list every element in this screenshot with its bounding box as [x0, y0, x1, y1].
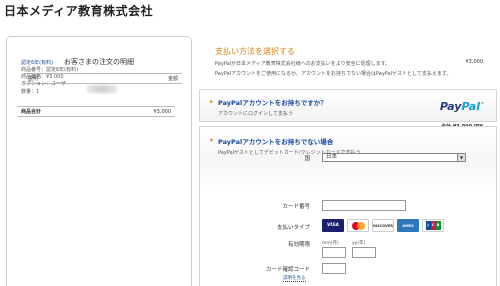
expiry-label: 有効期限	[287, 242, 310, 248]
item-unit-price: 商品価格：¥3,000	[21, 74, 64, 80]
card-type-logos: VISA DISCOVER AMEX JCB	[322, 219, 444, 232]
chevron-right-icon: ▸	[210, 98, 214, 105]
card-number-input[interactable]	[322, 200, 406, 211]
redacted-text	[87, 85, 117, 93]
expiry-month-input[interactable]	[322, 247, 346, 258]
paypal-login-panel[interactable]: ▸ PayPalアカウントをお持ちですか？ アカウントにログインして支払う Pa…	[199, 89, 497, 122]
item-name-link[interactable]: 認定6年(有料)	[21, 59, 53, 66]
country-label: 国	[304, 156, 310, 162]
subtotal-value: ¥3,000	[153, 109, 172, 115]
item-number: 商品番号：認定6年(有料)	[21, 67, 79, 73]
subtotal-row: 商品合計 ¥3,000	[17, 106, 175, 117]
csc-help-link[interactable]: 説明を見る	[283, 275, 306, 282]
chevron-down-icon[interactable]: ▼	[457, 154, 465, 161]
item-quantity: 数量：1	[21, 89, 40, 95]
card-type-label: 支払いタイプ	[276, 225, 310, 231]
expiry-year-label: yy(年)	[352, 241, 366, 246]
item-price: ¥3,000	[465, 59, 484, 65]
subtotal-label: 商品合計	[21, 109, 42, 115]
country-select-value: 日本	[326, 154, 338, 160]
payment-heading: 支払い方法を選択する	[215, 47, 295, 56]
payment-desc-2: PayPalアカウントをご使用になるか、アカウントをお持ちでない場合はPayPa…	[215, 71, 452, 77]
col-amount: 金額	[167, 76, 178, 82]
visa-card-icon: VISA	[322, 219, 344, 232]
paypal-logo: PayPal™	[439, 100, 484, 113]
amex-card-icon: AMEX	[397, 219, 419, 232]
mastercard-icon	[347, 219, 369, 232]
expiry-month-label: mm(月)	[322, 241, 339, 246]
csc-label: カード確認コード	[265, 267, 310, 273]
discover-card-icon: DISCOVER	[372, 219, 394, 232]
item-option: オプション：ユーザ	[21, 81, 66, 87]
card-number-label: カード番号	[282, 204, 310, 210]
chevron-down-icon: ▾	[210, 137, 214, 144]
login-panel-title[interactable]: PayPalアカウントをお持ちですか？	[218, 97, 327, 107]
country-select[interactable]: 日本 ▼	[322, 153, 466, 162]
payment-desc-1: PayPalが日本メディア教育株式会社様へのお支払いをより安全に処理します。	[215, 61, 391, 67]
csc-input[interactable]	[322, 263, 346, 274]
expiry-year-input[interactable]	[352, 247, 376, 258]
merchant-name: 日本メディア教育株式会社	[4, 4, 154, 18]
guest-panel-title[interactable]: PayPalアカウントをお持ちでない場合	[218, 136, 333, 146]
jcb-card-icon: JCB	[422, 219, 444, 232]
login-panel-subtitle: アカウントにログインして支払う	[218, 111, 293, 117]
